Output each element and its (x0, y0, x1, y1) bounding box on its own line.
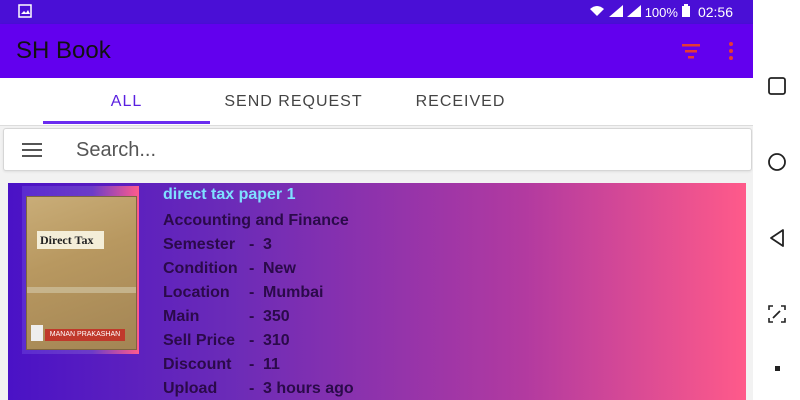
field-row: Main -350 (163, 305, 354, 329)
field-value: 310 (263, 332, 290, 349)
field-separator: - (249, 380, 255, 397)
status-bar: 100% 02:56 (0, 0, 753, 24)
field-row: Sell Price -310 (163, 329, 354, 353)
search-bar (3, 128, 752, 171)
book-card[interactable]: Direct Tax MANAN PRAKASHAN direct tax pa… (8, 183, 746, 400)
recents-square-icon[interactable] (767, 76, 787, 96)
field-row: Upload -3 hours ago (163, 377, 354, 400)
search-input[interactable] (74, 135, 678, 165)
field-label: Condition (163, 260, 238, 277)
tab-indicator (43, 121, 210, 124)
signal-icon (608, 4, 623, 20)
gallery-notification-icon (18, 4, 32, 21)
book-details: direct tax paper 1 Accounting and Financ… (163, 185, 354, 400)
field-label: Sell Price (163, 332, 236, 349)
book-title: direct tax paper 1 (163, 186, 296, 203)
filter-icon[interactable] (680, 42, 702, 60)
battery-icon (681, 4, 690, 20)
book-cover-frame: Direct Tax MANAN PRAKASHAN (22, 186, 139, 354)
cover-title: Direct Tax (37, 231, 104, 249)
field-row: Condition - New (163, 257, 354, 281)
clock: 02:56 (697, 4, 733, 20)
field-separator: - (249, 332, 255, 349)
back-triangle-icon[interactable] (767, 228, 787, 248)
field-separator: - (249, 308, 255, 325)
signal-icon-2 (626, 4, 641, 20)
field-value: 11 (263, 356, 280, 373)
home-circle-icon[interactable] (767, 152, 787, 172)
field-label: Location (163, 284, 230, 301)
field-label: Discount (163, 356, 232, 373)
field-label: Upload (163, 380, 218, 397)
field-separator: - (249, 356, 255, 373)
menu-icon[interactable] (22, 143, 42, 157)
field-row: Location - Mumbai (163, 281, 354, 305)
field-label: Main (163, 308, 200, 325)
tab-bar: ALL SEND REQUEST RECEIVED (0, 78, 753, 126)
tab-received[interactable]: RECEIVED (377, 78, 544, 125)
wifi-icon (589, 5, 605, 20)
app-title: SH Book (16, 37, 111, 64)
field-value: 3 hours ago (263, 380, 354, 397)
field-value: New (263, 260, 296, 277)
field-separator: - (249, 260, 255, 277)
app-screen: 100% 02:56 SH Book ALL SEND REQUEST RECE… (0, 0, 753, 400)
field-separator: - (249, 236, 255, 253)
system-nav-bar (753, 0, 800, 400)
tab-send-request[interactable]: SEND REQUEST (210, 78, 377, 125)
field-row: Semester -3 (163, 233, 354, 257)
cover-publisher: MANAN PRAKASHAN (45, 329, 125, 341)
field-row: Discount -11 (163, 353, 354, 377)
field-label: Semester (163, 236, 236, 253)
battery-label: 100% (644, 4, 678, 20)
more-options-icon[interactable] (724, 40, 738, 62)
dot-icon (767, 358, 787, 378)
app-bar: SH Book (0, 24, 753, 78)
book-subject: Accounting and Finance (163, 212, 349, 229)
field-value: Mumbai (263, 284, 324, 301)
book-cover-image: Direct Tax MANAN PRAKASHAN (26, 196, 137, 350)
publisher-logo (31, 325, 43, 341)
screenshot-edit-icon[interactable] (767, 304, 787, 324)
tab-all[interactable]: ALL (43, 78, 210, 125)
field-value: 3 (263, 236, 272, 253)
field-separator: - (249, 284, 255, 301)
cover-strip (27, 287, 136, 293)
field-value: 350 (263, 308, 290, 325)
